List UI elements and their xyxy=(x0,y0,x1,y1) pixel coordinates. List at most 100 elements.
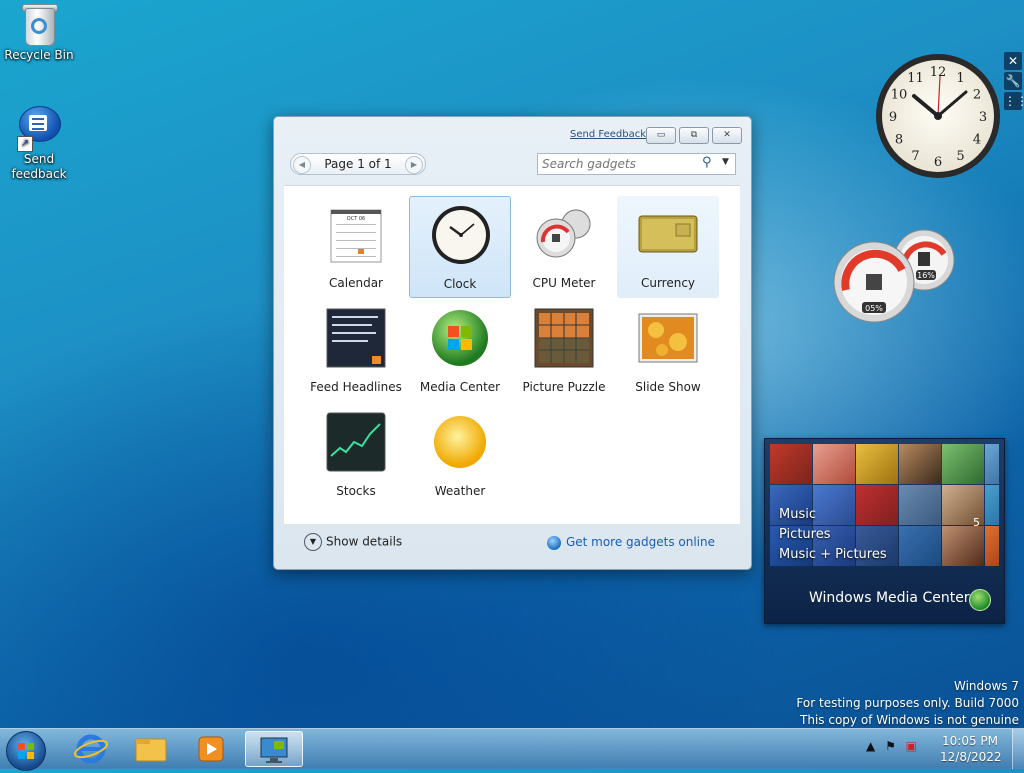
desktop-icon-label: Recycle Bin xyxy=(4,48,74,62)
chevron-down-icon[interactable]: ▼ xyxy=(722,157,729,167)
clock-numeral: 8 xyxy=(895,133,903,148)
memory-readout: 16% xyxy=(917,271,935,280)
action-center-flag-icon[interactable]: ⚑ xyxy=(885,739,896,753)
close-button[interactable]: ✕ xyxy=(712,127,742,144)
show-details-toggle[interactable]: ▼ Show details xyxy=(304,533,402,551)
clock-numeral: 1 xyxy=(956,71,964,86)
clock-icon xyxy=(432,206,490,264)
clock-numeral: 10 xyxy=(891,88,908,103)
watermark-line: Windows 7 xyxy=(953,679,1019,693)
taskbar-media-player[interactable] xyxy=(184,731,238,767)
gadget-clock[interactable]: Clock xyxy=(409,196,511,298)
gadget-media-center[interactable]: Media Center xyxy=(409,300,511,402)
build-watermark: Windows 7 For testing purposes only. Bui… xyxy=(796,678,1019,729)
cpu-meter-icon xyxy=(536,209,591,258)
get-more-gadgets-link[interactable]: Get more gadgets online xyxy=(546,535,715,550)
taskbar-gadget-gallery[interactable] xyxy=(245,731,303,767)
gadget-label: Calendar xyxy=(329,276,383,290)
minimize-button[interactable]: ▭ xyxy=(646,127,676,144)
cpu-meter-gadget[interactable]: 16% 05% xyxy=(832,228,962,326)
get-more-label: Get more gadgets online xyxy=(565,535,715,549)
monitor-icon xyxy=(260,737,288,763)
recycle-bin-icon xyxy=(17,2,61,46)
gadget-feed-headlines[interactable]: Feed Headlines xyxy=(305,300,407,402)
gadget-weather[interactable]: Weather xyxy=(409,404,511,506)
clock-date: 12/8/2022 xyxy=(940,750,1002,764)
media-center-brand: Windows Media Center xyxy=(809,590,970,606)
cpu-gauge-icon: 16% 05% xyxy=(833,229,955,323)
media-count-badge: 5 xyxy=(973,516,980,529)
gadget-picture-puzzle[interactable]: Picture Puzzle xyxy=(513,300,615,402)
clock-numeral: 9 xyxy=(889,110,897,125)
search-input[interactable] xyxy=(542,156,692,171)
currency-icon xyxy=(638,215,698,253)
clock-face-icon: 12 12 3 45678 9 10 11 xyxy=(876,54,1000,178)
watermark-line: This copy of Windows is not genuine xyxy=(800,713,1019,727)
clock-numeral: 3 xyxy=(979,110,987,125)
watermark-line: For testing purposes only. Build 7000 xyxy=(796,696,1019,710)
show-hidden-icons-icon[interactable]: ▲ xyxy=(866,739,875,753)
gadget-cpu-meter[interactable]: CPU Meter xyxy=(513,196,615,298)
clock-numeral: 11 xyxy=(907,71,924,86)
send-feedback-link[interactable]: Send Feedback xyxy=(570,129,646,140)
desktop-icon-recycle-bin[interactable]: Recycle Bin xyxy=(1,2,77,63)
media-center-menu: Music Pictures Music + Pictures xyxy=(779,505,887,565)
show-desktop-button[interactable] xyxy=(1012,729,1024,769)
gadget-label: Currency xyxy=(640,276,696,290)
clock-gadget[interactable]: 12 1 2 3 4 5 6 7 8 9 10 11 xyxy=(874,52,1002,180)
globe-icon xyxy=(546,535,561,550)
network-icon[interactable]: ▣ xyxy=(906,739,917,753)
next-page-button[interactable]: ▶ xyxy=(405,156,423,174)
folder-icon xyxy=(135,738,167,762)
clock-numeral: 4 xyxy=(973,133,981,148)
stocks-icon xyxy=(326,412,386,472)
show-details-label: Show details xyxy=(326,534,403,549)
wrench-icon[interactable]: 🔧 xyxy=(1004,72,1022,90)
menu-item-pictures[interactable]: Pictures xyxy=(779,525,887,545)
shortcut-arrow-icon: ↗ xyxy=(17,136,33,152)
desktop-icon-send-feedback[interactable]: ↗ Send feedback xyxy=(1,106,77,182)
close-icon[interactable]: ✕ xyxy=(1004,52,1022,70)
feedback-bubble-icon: ↗ xyxy=(17,106,61,152)
gallery-footer: ▼ Show details Get more gadgets online xyxy=(284,523,740,563)
media-center-gadget[interactable]: 5 Music Pictures Music + Pictures Window… xyxy=(764,438,1005,624)
taskbar-clock[interactable]: 10:05 PM 12/8/2022 xyxy=(940,733,1002,765)
clock-numeral: 2 xyxy=(973,88,981,103)
page-navigator: ◀ Page 1 of 1 ▶ xyxy=(290,153,426,175)
gadget-label: Picture Puzzle xyxy=(522,380,606,394)
drag-handle-icon[interactable]: ⋮⋮ xyxy=(1004,92,1024,110)
gadget-currency[interactable]: Currency xyxy=(617,196,719,298)
menu-item-music-pictures[interactable]: Music + Pictures xyxy=(779,545,887,565)
calendar-icon: OCT 06 xyxy=(330,209,382,263)
chevron-down-icon: ▼ xyxy=(304,533,322,551)
picture-puzzle-icon xyxy=(534,308,594,368)
menu-item-music[interactable]: Music xyxy=(779,505,887,525)
gadget-grid: OCT 06 Calendar Clock CPU Meter Currency… xyxy=(284,185,740,524)
gadget-label: CPU Meter xyxy=(532,276,596,290)
clock-numeral: 6 xyxy=(934,155,942,170)
windows-logo-icon xyxy=(18,743,34,759)
system-tray: ▲ ⚑ ▣ xyxy=(866,739,917,753)
media-center-icon xyxy=(432,310,488,366)
clock-numeral: 5 xyxy=(956,149,964,164)
taskbar-internet-explorer[interactable] xyxy=(64,731,118,767)
search-icon[interactable]: ⚲ xyxy=(702,155,712,170)
taskbar: ▲ ⚑ ▣ 10:05 PM 12/8/2022 xyxy=(0,728,1024,771)
media-player-icon xyxy=(198,736,224,762)
search-box: ⚲ ▼ xyxy=(537,153,736,175)
gadget-slide-show[interactable]: Slide Show xyxy=(617,300,719,402)
gadget-toolbar: ✕ 🔧 ⋮⋮ xyxy=(1004,52,1024,112)
taskbar-explorer[interactable] xyxy=(124,731,178,767)
cpu-readout: 05% xyxy=(865,304,883,313)
clock-numeral: 7 xyxy=(911,149,919,164)
gadget-calendar[interactable]: OCT 06 Calendar xyxy=(305,196,407,298)
feed-headlines-icon xyxy=(326,308,386,368)
slide-show-icon xyxy=(638,313,698,363)
maximize-button[interactable]: ⧉ xyxy=(679,127,709,144)
internet-explorer-icon xyxy=(73,734,109,764)
desktop-icon-label: Send feedback xyxy=(11,152,67,181)
gadget-stocks[interactable]: Stocks xyxy=(305,404,407,506)
gadget-label: Clock xyxy=(443,277,477,291)
start-button[interactable] xyxy=(6,731,46,771)
clock-numeral: 12 xyxy=(930,65,947,80)
